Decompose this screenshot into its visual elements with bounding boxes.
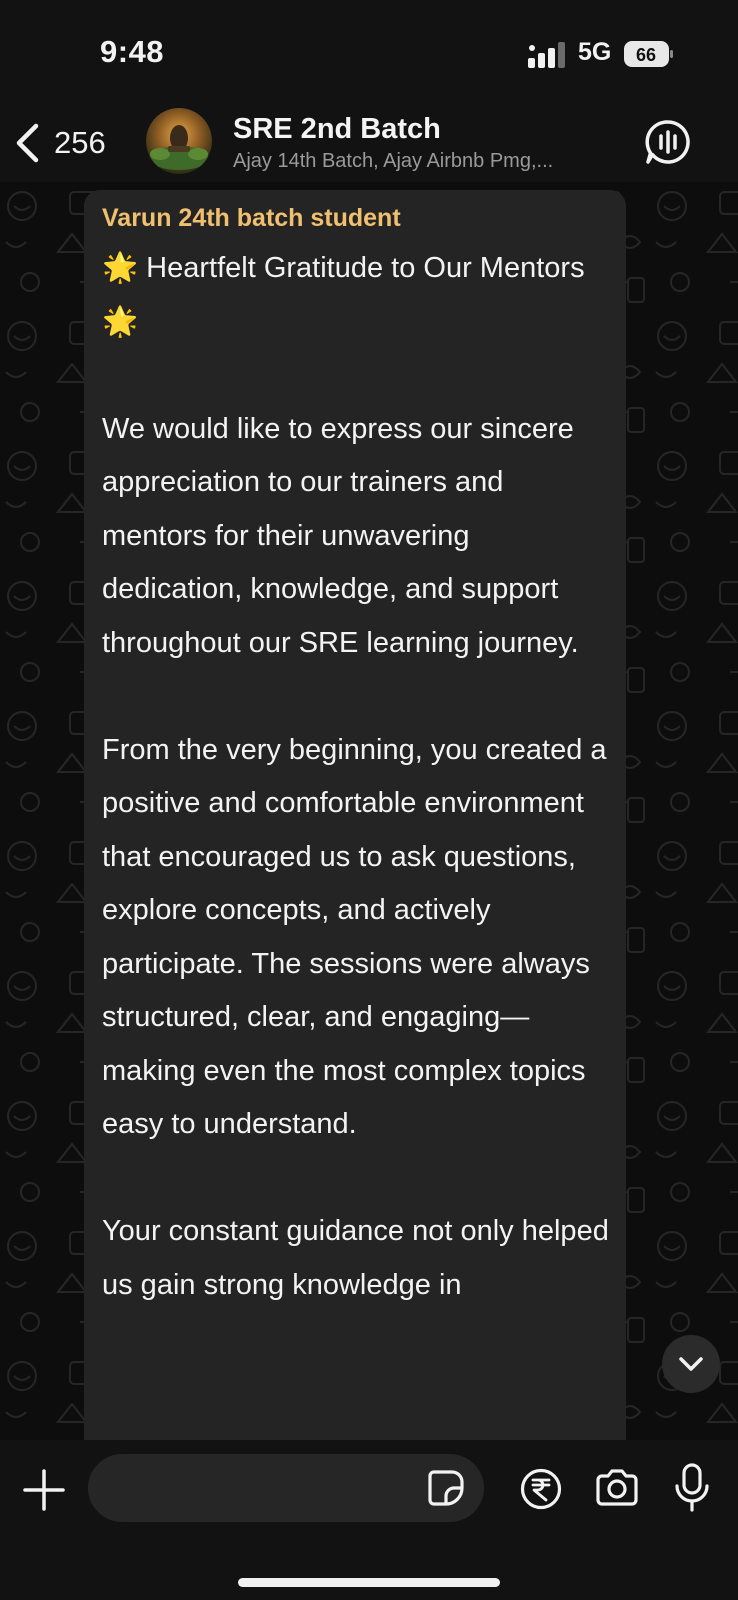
- message-body: 🌟 Heartfelt Gratitude to Our Mentors 🌟 W…: [102, 242, 612, 1312]
- status-bar: 9:48 5G 66: [0, 0, 738, 104]
- group-avatar[interactable]: [146, 108, 212, 174]
- chat-header: 256 SRE 2nd Batch Ajay 14th Batch, Ajay …: [0, 104, 738, 182]
- message-paragraph: Your constant guidance not only helped u…: [102, 1215, 609, 1301]
- plus-icon[interactable]: [22, 1468, 66, 1512]
- network-type: 5G: [578, 38, 612, 66]
- back-button[interactable]: 256: [14, 118, 106, 168]
- group-members: Ajay 14th Batch, Ajay Airbnb Pmg,...: [233, 150, 554, 172]
- message-paragraph: From the very beginning, you created a p…: [102, 733, 607, 1141]
- chevron-down-icon: [679, 1357, 703, 1371]
- chevron-left-icon: [16, 123, 39, 163]
- status-time: 9:48: [100, 34, 165, 69]
- sticker-icon[interactable]: [426, 1468, 466, 1508]
- message-input[interactable]: [88, 1454, 484, 1522]
- voice-call-icon[interactable]: [644, 118, 692, 166]
- message-paragraph: We would like to express our sincere app…: [102, 412, 579, 659]
- battery-level: 66: [636, 45, 656, 65]
- signal-icon: [528, 42, 565, 68]
- group-title: SRE 2nd Batch: [233, 113, 441, 145]
- message-sender[interactable]: Varun 24th batch student: [102, 204, 401, 233]
- message-title: 🌟 Heartfelt Gratitude to Our Mentors 🌟: [102, 252, 585, 338]
- home-indicator[interactable]: [238, 1578, 500, 1587]
- scroll-to-bottom-button[interactable]: [662, 1335, 720, 1393]
- mic-icon[interactable]: [672, 1462, 712, 1514]
- battery-icon: 66: [624, 41, 673, 67]
- rupee-icon[interactable]: [520, 1468, 562, 1510]
- unread-count: 256: [54, 125, 106, 160]
- camera-icon[interactable]: [594, 1468, 640, 1508]
- message-bubble[interactable]: Varun 24th batch student 🌟 Heartfelt Gra…: [84, 190, 626, 1470]
- message-composer: [0, 1440, 738, 1600]
- chat-info[interactable]: SRE 2nd Batch Ajay 14th Batch, Ajay Airb…: [233, 112, 613, 176]
